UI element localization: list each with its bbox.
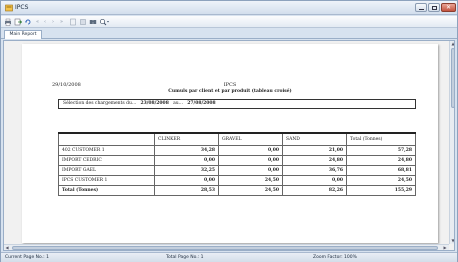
report-page: 29/10/2008 IPCS Cumuls par client et par… [22,44,438,243]
minimize-button[interactable] [415,3,427,12]
status-bar: Current Page No.: 1 Total Page No.: 1 Zo… [1,252,457,262]
row-label: Total (Tonnes) [58,184,155,196]
maximize-button[interactable] [428,3,440,12]
row-label: IMPORT CEDRIC [58,154,155,166]
export-icon[interactable] [14,18,22,26]
goto-page-icon[interactable] [69,18,77,26]
table-cell: 32,25 [154,164,219,176]
scroll-left-icon[interactable]: ◀ [4,245,10,250]
scroll-up-icon[interactable]: ▲ [450,41,454,46]
close-button[interactable]: ✕ [441,3,456,12]
table-row: IPCS CUSTOMER 1 0,00 24,50 0,00 24,50 [58,174,416,186]
column-header: SAND [282,132,347,146]
row-label: IPCS CUSTOMER 1 [58,174,155,186]
next-page-icon[interactable]: › [52,18,58,26]
table-cell: 0,00 [218,144,283,156]
refresh-icon[interactable] [24,18,32,26]
table-cell: 0,00 [282,174,347,186]
report-title: Cumuls par client et par produit (tablea… [168,89,292,94]
column-header: Total (Tonnes) [346,132,416,146]
search-icon[interactable] [89,18,97,26]
report-viewer[interactable]: 29/10/2008 IPCS Cumuls par client et par… [3,40,455,251]
table-cell: 0,00 [154,174,219,186]
row-label: 402 CUSTOMER 1 [58,144,155,156]
row-label: IMPORT GAEL [58,164,155,176]
report-toolbar: « ‹ › » [1,16,457,28]
table-cell: 28,53 [154,184,219,196]
minimize-icon [419,9,424,10]
prev-page-icon[interactable]: ‹ [44,18,50,26]
crosstab-table: CLINKER GRAVEL SAND Total (Tonnes) 402 C… [58,132,416,196]
table-cell: 34,28 [154,144,219,156]
first-page-icon[interactable]: « [36,18,42,26]
report-company: IPCS [223,82,237,88]
table-row: IMPORT GAEL 32,25 0,00 36,76 68,81 [58,164,416,176]
vertical-scrollbar[interactable]: ▲ ▼ [449,41,454,244]
selection-box: Sélection des chargements du... 23/08/20… [58,99,416,109]
table-cell: 24,50 [218,184,283,196]
selection-from: 23/08/2008 [140,101,169,106]
horizontal-scrollbar[interactable]: ◀ ▶ [4,244,449,250]
table-cell: 24,50 [218,174,283,186]
zoom-icon[interactable] [99,18,110,26]
table-cell: 155,29 [346,184,416,196]
total-pages-status: Total Page No.: 1 [166,255,204,260]
column-header [58,132,155,146]
scroll-right-icon[interactable]: ▶ [442,245,448,250]
vertical-scroll-thumb[interactable] [451,48,454,108]
window-title: IPCS [15,4,29,11]
column-header: GRAVEL [218,132,283,146]
column-header: CLINKER [154,132,219,146]
table-cell: 82,26 [282,184,347,196]
app-window: IPCS ✕ « ‹ › » Main Report 29/10/2008 IP… [0,0,458,262]
title-bar[interactable]: IPCS ✕ [1,1,457,15]
close-icon: ✕ [446,4,452,11]
selection-label: Sélection des chargements du... [63,101,137,106]
zoom-status: Zoom Factor: 100% [313,255,357,260]
current-page-status: Current Page No.: 1 [5,255,49,260]
table-cell: 36,76 [282,164,347,176]
table-cell: 0,00 [218,154,283,166]
table-cell: 24,80 [282,154,347,166]
print-icon[interactable] [4,18,12,26]
scroll-down-icon[interactable]: ▼ [450,238,454,243]
table-cell: 24,80 [346,154,416,166]
table-header-row: CLINKER GRAVEL SAND Total (Tonnes) [58,132,416,146]
app-icon [5,4,13,12]
selection-to: 27/08/2008 [187,101,216,106]
maximize-icon [432,6,437,10]
tab-main-report[interactable]: Main Report [4,30,42,39]
table-cell: 0,00 [154,154,219,166]
stop-icon[interactable] [79,18,87,26]
table-row: IMPORT CEDRIC 0,00 0,00 24,80 24,80 [58,154,416,166]
tab-strip: Main Report [1,29,457,39]
table-cell: 0,00 [218,164,283,176]
table-cell: 24,50 [346,174,416,186]
table-cell: 21,00 [282,144,347,156]
table-row: 402 CUSTOMER 1 34,28 0,00 21,00 57,28 [58,144,416,156]
horizontal-scroll-thumb[interactable] [12,246,438,250]
last-page-icon[interactable]: » [60,18,66,26]
selection-to-label: au... [173,101,183,106]
table-cell: 68,81 [346,164,416,176]
total-row: Total (Tonnes) 28,53 24,50 82,26 155,29 [58,184,416,196]
table-cell: 57,28 [346,144,416,156]
